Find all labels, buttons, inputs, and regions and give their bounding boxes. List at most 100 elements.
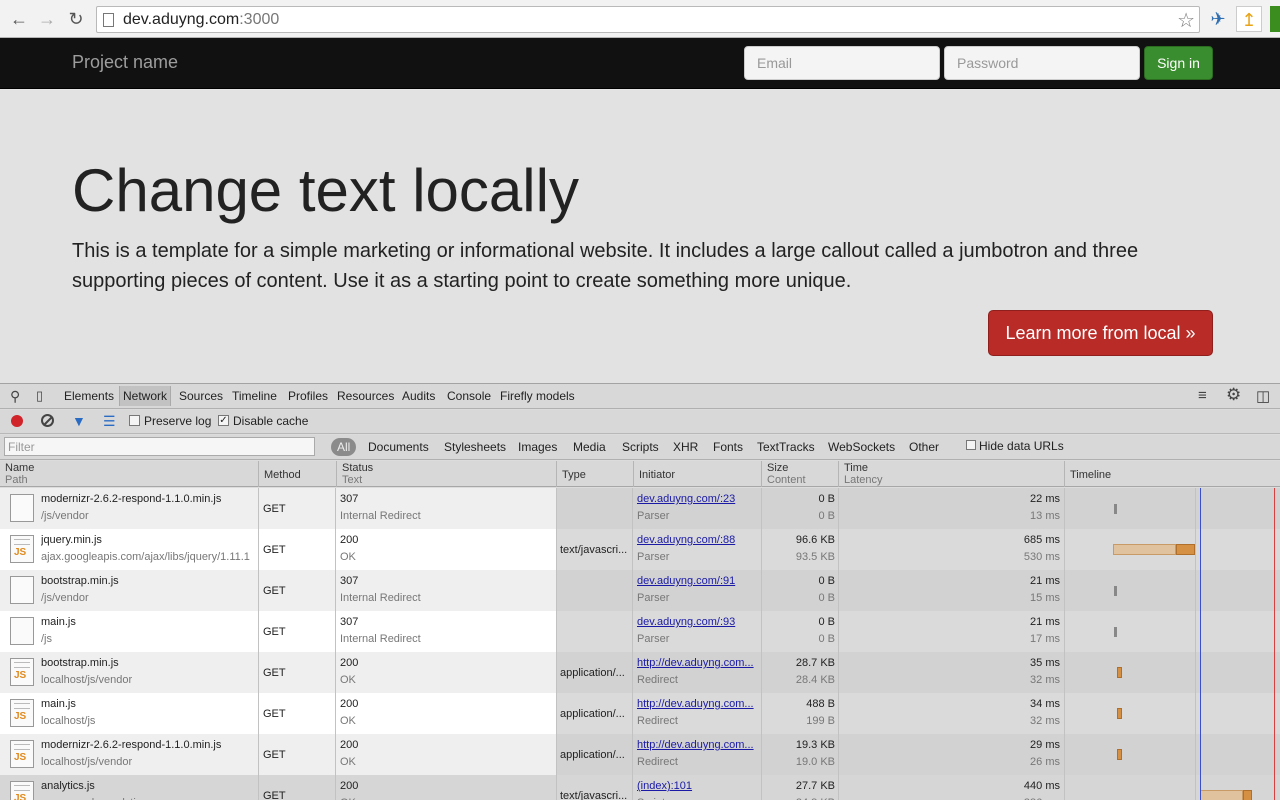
tab-audits[interactable]: Audits [402,389,435,403]
filter-type-all[interactable]: All [331,438,357,456]
request-size: 28.7 KB [795,657,835,669]
clear-icon[interactable] [41,414,54,427]
console-drawer-icon[interactable]: ≡ [1198,387,1207,404]
request-size: 0 B [818,575,835,587]
record-icon[interactable] [11,415,23,427]
column-name[interactable]: Name Path [0,461,258,487]
request-size: 27.7 KB [795,780,835,792]
tab-profiles[interactable]: Profiles [288,389,328,403]
column-method[interactable]: Method [258,461,336,487]
request-initiator-link[interactable]: dev.aduyng.com/:93 [637,616,757,628]
tab-timeline[interactable]: Timeline [232,389,277,403]
request-initiator-link[interactable]: (index):101 [637,780,757,792]
filter-type-media[interactable]: Media [573,440,606,454]
request-status-text: Internal Redirect [340,592,421,604]
column-divider [838,734,839,775]
request-method: GET [263,708,286,720]
tab-resources[interactable]: Resources [337,389,394,403]
browser-toolbar: ← → ↻ dev.aduyng.com:3000 ☆ ✈ ↥ [0,0,1280,38]
request-path: ajax.googleapis.com/ajax/libs/jquery/1.1… [41,551,250,563]
column-divider [335,570,336,611]
filter-type-images[interactable]: Images [518,440,557,454]
request-time: 21 ms [1030,575,1060,587]
column-type[interactable]: Type [556,461,633,487]
table-row[interactable]: modernizr-2.6.2-respond-1.1.0.min.js loca… [0,734,1280,775]
request-initiator-link[interactable]: dev.aduyng.com/:91 [637,575,757,587]
table-row[interactable]: main.js/js GET 307 Internal Redirect dev.adu… [0,611,1280,652]
js-file-icon [10,740,34,768]
request-latency: 26 ms [1030,756,1060,768]
request-initiator-link[interactable]: dev.aduyng.com/:23 [637,493,757,505]
column-divider [1064,488,1065,529]
disable-cache-checkbox[interactable]: ✓ [218,415,229,426]
request-initiator-link[interactable]: http://dev.aduyng.com... [637,739,757,751]
list-view-icon[interactable]: ☰ [103,413,116,430]
gear-icon[interactable]: ⚙ [1226,385,1241,405]
request-latency: 32 ms [1030,715,1060,727]
airplane-extension-icon[interactable]: ✈ [1205,6,1231,32]
bookmark-star-icon[interactable]: ☆ [1177,8,1195,33]
filter-type-fonts[interactable]: Fonts [713,440,743,454]
request-initiator-link[interactable]: http://dev.aduyng.com... [637,657,757,669]
back-arrow-icon[interactable]: ← [8,8,30,30]
password-field[interactable]: Password [944,46,1140,80]
load-event-line [1274,488,1275,800]
request-size: 96.6 KB [795,534,835,546]
signin-button[interactable]: Sign in [1144,46,1213,80]
request-initiator-link[interactable]: dev.aduyng.com/:88 [637,534,757,546]
reload-icon[interactable]: ↻ [65,8,87,30]
js-file-icon [10,535,34,563]
table-row[interactable]: bootstrap.min.js/js/vendor GET 307 Internal… [0,570,1280,611]
filter-type-xhr[interactable]: XHR [673,440,698,454]
column-divider [761,529,762,570]
js-file-icon [10,781,34,800]
table-row[interactable]: bootstrap.min.js localhost/js/vendor GET 20… [0,652,1280,693]
blank-file-icon [10,617,34,645]
request-method: GET [263,544,286,556]
filter-funnel-icon[interactable]: ▼ [72,413,86,429]
request-latency: 530 ms [1023,551,1060,563]
tab-console[interactable]: Console [447,389,491,403]
filter-type-other[interactable]: Other [909,440,939,454]
filter-input[interactable]: Filter [4,437,315,456]
column-timeline[interactable]: Timeline [1064,461,1280,487]
tab-firefly-models[interactable]: Firefly models [500,389,575,403]
filter-type-scripts[interactable]: Scripts [622,440,659,454]
column-divider [556,775,557,800]
filter-type-texttracks[interactable]: TextTracks [757,440,815,454]
address-bar[interactable]: dev.aduyng.com:3000 ☆ [96,6,1200,33]
request-name: analytics.js [41,780,95,792]
inspect-search-icon[interactable]: ⚲ [10,388,20,405]
column-status[interactable]: Status Text [336,461,556,487]
blank-file-icon [10,494,34,522]
column-divider [556,611,557,652]
email-field[interactable]: Email [744,46,940,80]
forward-arrow-icon[interactable]: → [36,8,58,30]
device-mode-icon[interactable]: ▯ [36,388,43,404]
upload-extension-icon[interactable]: ↥ [1236,6,1262,32]
column-time[interactable]: Time Latency [838,461,1064,487]
filter-type-stylesheets[interactable]: Stylesheets [444,440,506,454]
request-initiator-link[interactable]: http://dev.aduyng.com... [637,698,757,710]
column-divider [1195,652,1196,693]
filter-type-websockets[interactable]: WebSockets [828,440,895,454]
tab-sources[interactable]: Sources [179,389,223,403]
filter-type-documents[interactable]: Documents [368,440,429,454]
preserve-log-checkbox[interactable] [129,415,140,426]
tab-elements[interactable]: Elements [64,389,114,403]
brand-link[interactable]: Project name [72,52,178,73]
tab-network[interactable]: Network [119,386,172,406]
column-divider [1195,734,1196,775]
table-row[interactable]: modernizr-2.6.2-respond-1.1.0.min.js/js/… [0,488,1280,529]
table-row[interactable]: jquery.min.js ajax.googleapis.com/ajax/li… [0,529,1280,570]
column-initiator[interactable]: Initiator [633,461,761,487]
column-divider [335,488,336,529]
dock-side-icon[interactable]: ◫ [1256,387,1270,405]
column-size[interactable]: Size Content [761,461,838,487]
learn-more-button[interactable]: Learn more from local » [988,310,1213,356]
table-row[interactable]: analytics.jswww.google-analytics.comGET2… [0,775,1280,800]
table-row[interactable]: main.js localhost/js GET 200 OK application/.… [0,693,1280,734]
hide-data-urls-checkbox[interactable] [966,440,976,450]
menu-extension-icon[interactable] [1270,6,1280,32]
url-text: dev.aduyng.com:3000 [123,11,280,28]
